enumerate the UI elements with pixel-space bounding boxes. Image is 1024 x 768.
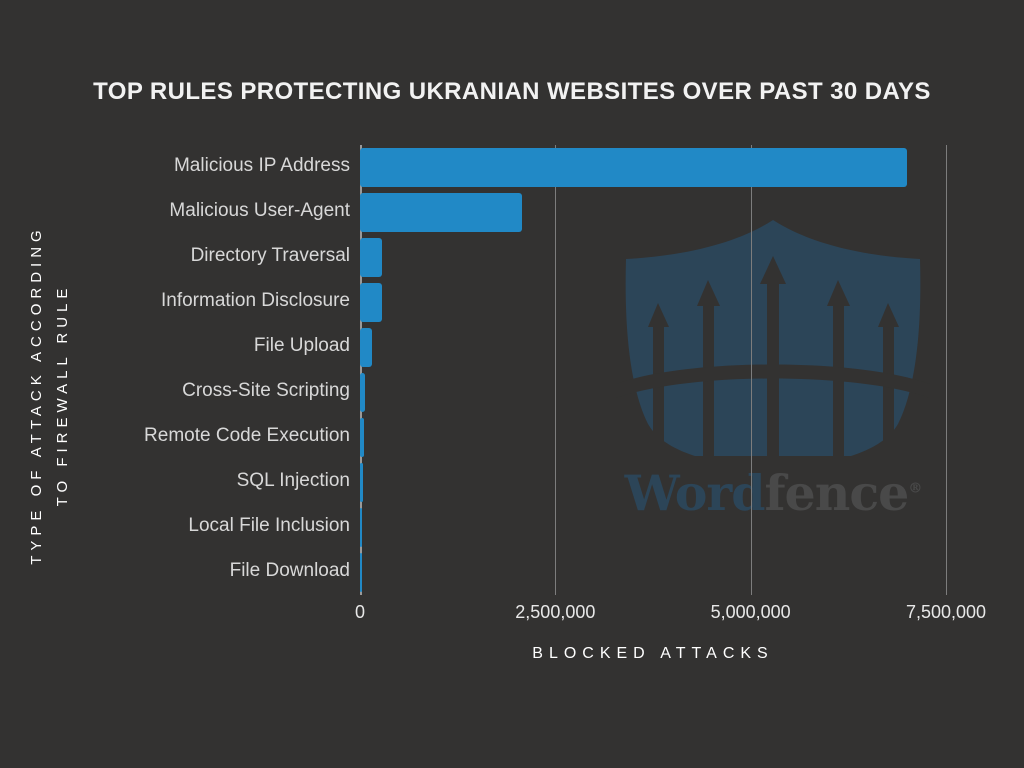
y-axis-tick-label: Remote Code Execution bbox=[144, 424, 350, 446]
y-axis-tick-label: SQL Injection bbox=[236, 469, 350, 491]
y-axis-tick-label: Malicious User-Agent bbox=[169, 199, 350, 221]
bar-row[interactable] bbox=[360, 148, 907, 187]
bar[interactable] bbox=[360, 238, 382, 277]
bar-row[interactable] bbox=[360, 463, 364, 502]
gridline bbox=[750, 145, 752, 595]
bar-row[interactable] bbox=[360, 238, 382, 277]
x-axis-tick-label: 2,500,000 bbox=[515, 602, 596, 622]
bar[interactable] bbox=[360, 193, 522, 232]
y-axis-tick-label: Information Disclosure bbox=[160, 289, 350, 311]
y-axis-tick-label: Directory Traversal bbox=[190, 244, 350, 266]
chart-title: TOP RULES PROTECTING UKRANIAN WEBSITES O… bbox=[93, 78, 931, 105]
y-axis-tick-label: Local File Inclusion bbox=[188, 514, 350, 536]
bar-row[interactable] bbox=[360, 328, 373, 367]
bar-row[interactable] bbox=[360, 508, 363, 547]
x-axis-tick-label: 0 bbox=[354, 602, 366, 622]
bar[interactable] bbox=[360, 328, 373, 367]
bar-row[interactable] bbox=[360, 553, 362, 592]
bar[interactable] bbox=[360, 508, 363, 547]
chart-container: TOP RULES PROTECTING UKRANIAN WEBSITES O… bbox=[0, 0, 1024, 768]
plot-area bbox=[360, 145, 947, 595]
bar[interactable] bbox=[360, 373, 365, 412]
bar[interactable] bbox=[360, 418, 365, 457]
x-axis-tick-label: 7,500,000 bbox=[905, 602, 987, 622]
y-axis-tick-label: Malicious IP Address bbox=[173, 154, 350, 176]
bar[interactable] bbox=[360, 148, 907, 187]
gridline bbox=[555, 145, 557, 595]
x-axis-tick-label: 5,000,000 bbox=[710, 602, 791, 622]
bar[interactable] bbox=[360, 463, 364, 502]
bar-row[interactable] bbox=[360, 373, 365, 412]
y-axis-tick-label: File Download bbox=[229, 559, 350, 581]
bar-row[interactable] bbox=[360, 193, 522, 232]
bar-row[interactable] bbox=[360, 418, 365, 457]
y-axis-tick-labels: Malicious IP Address Malicious User-Agent… bbox=[46, 145, 350, 595]
y-axis-tick-label: Cross-Site Scripting bbox=[182, 379, 350, 401]
gridline bbox=[946, 145, 947, 595]
bar[interactable] bbox=[360, 283, 382, 322]
bar-row[interactable] bbox=[360, 283, 382, 322]
bar[interactable] bbox=[360, 553, 362, 592]
x-axis-title: BLOCKED ATTACKS bbox=[532, 645, 774, 662]
y-axis-tick-label: File Upload bbox=[253, 334, 350, 356]
